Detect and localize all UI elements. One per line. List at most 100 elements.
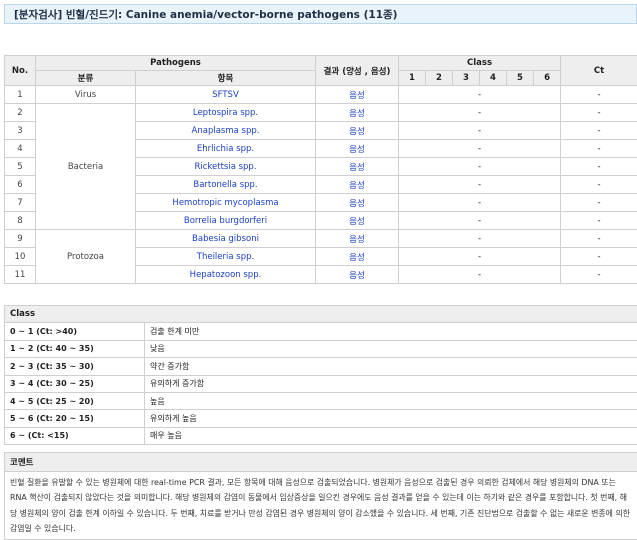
class-range: 3 ~ 4 (Ct: 30 ~ 25) [4,374,145,393]
table-row: 1 ~ 2 (Ct: 40 ~ 35) 낮음 [4,339,637,359]
class-num-6: 6 [532,70,562,86]
col-no-header: No. [4,55,36,86]
pathogen-item[interactable]: Rickettsia spp. [135,157,316,176]
class-value: - [397,193,562,212]
ct-value: - [560,265,637,284]
class-value: - [397,265,562,284]
class-range: 0 ~ 1 (Ct: >40) [4,322,145,341]
comment-section: 코멘트 빈혈 질환을 유발할 수 있는 병원체에 대한 real-time PC… [4,452,637,540]
pathogen-item[interactable]: SFTSV [135,85,316,104]
ct-value: - [560,157,637,176]
result-value: 음성 [315,229,399,248]
table-row: 3 ~ 4 (Ct: 30 ~ 25) 유의하게 증가함 [4,374,637,393]
class-desc: 매우 높음 [143,426,637,446]
class-num-2: 2 [425,70,453,86]
table-row: 5 ~ 6 (Ct: 20 ~ 15) 유의하게 높음 [4,409,637,428]
class-legend-header: Class [3,304,637,324]
ct-value: - [560,103,637,122]
class-desc: 낮음 [143,339,637,359]
row-no: 1 [4,85,36,104]
class-num-5: 5 [506,70,534,86]
class-num-3: 3 [452,70,480,86]
class-range: 4 ~ 5 (Ct: 25 ~ 20) [4,391,145,411]
table-row: 1 Virus SFTSV 음성 - - [4,85,637,104]
class-num-1: 1 [398,70,426,86]
comment-text: 빈혈 질환을 유발할 수 있는 병원체에 대한 real-time PCR 결과… [4,470,637,540]
row-no: 7 [4,193,36,212]
row-no: 8 [4,211,36,230]
table-row: 0 ~ 1 (Ct: >40) 검출 한계 미만 [4,322,637,341]
class-range: 1 ~ 2 (Ct: 40 ~ 35) [4,339,145,359]
pathogen-item[interactable]: Theileria spp. [135,247,316,266]
category-virus: Virus [35,85,136,104]
class-desc: 유의하게 높음 [143,409,637,428]
result-value: 음성 [315,157,399,176]
ct-value: - [560,211,637,230]
table-row: 2 Bacteria Leptospira spp. 음성 - - [4,103,637,230]
pathogen-results-table: No. Pathogens 결과 (양성 , 음성) Class Ct 분류 항… [4,55,637,284]
col-category-header: 분류 [35,70,136,86]
class-desc: 약간 증가함 [143,357,637,376]
result-value: 음성 [315,175,399,194]
class-value: - [397,175,562,194]
result-value: 음성 [315,265,399,284]
class-value: - [397,121,562,140]
result-value: 음성 [315,247,399,266]
ct-value: - [560,139,637,158]
col-item-header: 항목 [135,70,316,86]
class-value: - [397,103,562,122]
result-value: 음성 [315,103,399,122]
category-bacteria: Bacteria [35,103,136,230]
class-range: 2 ~ 3 (Ct: 35 ~ 30) [4,357,145,376]
col-class-header: Class [397,55,562,71]
pathogen-item[interactable]: Hemotropic mycoplasma [135,193,316,212]
class-desc: 검출 한계 미만 [143,322,637,341]
row-no: 4 [4,139,36,158]
result-value: 음성 [315,211,399,230]
row-no: 11 [4,265,36,284]
class-desc: 유의하게 증가함 [143,374,637,393]
table-row: 9 Protozoa Babesia gibsoni 음성 - - [4,229,637,284]
ct-value: - [560,175,637,194]
table-row: 6 ~ (Ct: <15) 매우 높음 [4,426,637,446]
row-no: 3 [4,121,36,140]
ct-value: - [560,193,637,212]
pathogen-item[interactable]: Babesia gibsoni [135,229,316,248]
row-no: 9 [4,229,36,248]
class-legend-header-row: Class [3,304,637,324]
table-row: 4 ~ 5 (Ct: 25 ~ 20) 높음 [4,391,637,411]
result-value: 음성 [315,139,399,158]
class-range: 6 ~ (Ct: <15) [4,426,145,446]
class-legend-table: Class 0 ~ 1 (Ct: >40) 검출 한계 미만 1 ~ 2 (Ct… [3,304,637,446]
class-value: - [397,229,562,248]
col-ct-header: Ct [560,55,637,86]
class-value: - [397,157,562,176]
col-pathogens-header: Pathogens [35,55,316,71]
row-no: 10 [4,247,36,266]
comment-header: 코멘트 [4,452,637,472]
class-desc: 높음 [143,391,637,411]
class-value: - [397,139,562,158]
result-value: 음성 [315,193,399,212]
row-no: 6 [4,175,36,194]
ct-value: - [560,85,637,104]
row-no: 5 [4,157,36,176]
category-protozoa: Protozoa [35,229,136,284]
result-value: 음성 [315,85,399,104]
row-no: 2 [4,103,36,122]
class-value: - [397,247,562,266]
report-title: [분자검사] 빈혈/진드기: Canine anemia/vector-born… [4,4,637,24]
pathogen-item[interactable]: Hepatozoon spp. [135,265,316,284]
pathogen-item[interactable]: Ehrlichia spp. [135,139,316,158]
table-row: 2 ~ 3 (Ct: 35 ~ 30) 약간 증가함 [4,357,637,376]
class-num-4: 4 [479,70,507,86]
class-value: - [397,85,562,104]
result-value: 음성 [315,121,399,140]
pathogen-item[interactable]: Bartonella spp. [135,175,316,194]
ct-value: - [560,247,637,266]
pathogen-item[interactable]: Anaplasma spp. [135,121,316,140]
ct-value: - [560,121,637,140]
class-value: - [397,211,562,230]
pathogen-item[interactable]: Leptospira spp. [135,103,316,122]
pathogen-item[interactable]: Borrelia burgdorferi [135,211,316,230]
